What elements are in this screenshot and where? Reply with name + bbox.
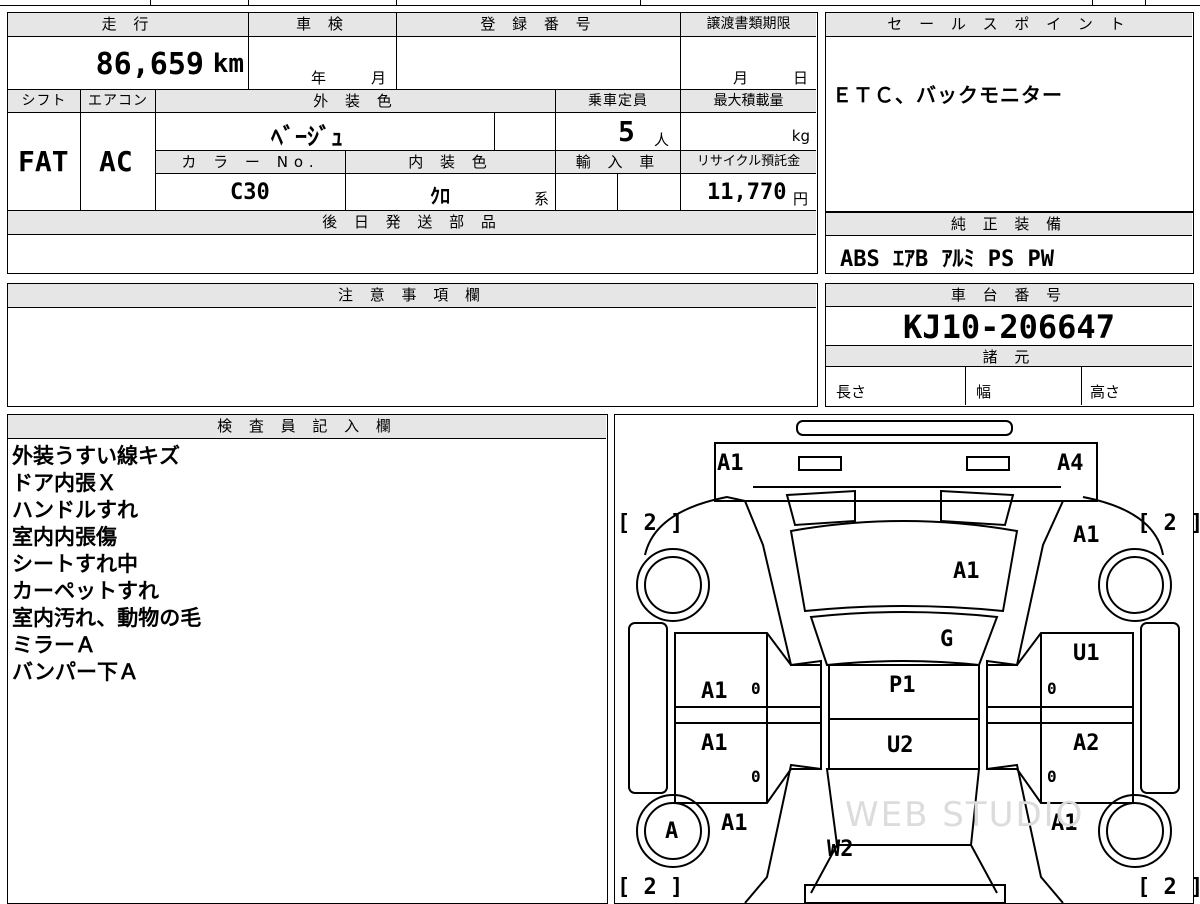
transfer-deadline-cell: 月 日 xyxy=(681,37,816,90)
tire-front-left: [ 2 ] xyxy=(617,511,684,536)
exterior-color-value: ﾍﾞｰｼﾞｭ xyxy=(271,123,343,151)
damage-door-fl: A1 xyxy=(701,679,728,704)
exterior-color-cell: ﾍﾞｰｼﾞｭ xyxy=(156,113,495,151)
remark-line: ハンドルすれ xyxy=(12,498,138,522)
damage-door-fr: U1 xyxy=(1073,641,1100,666)
spec-width: 幅 xyxy=(966,367,1082,405)
capacity-cell: 5 人 xyxy=(556,113,681,151)
inspector-box: 検 査 員 記 入 欄 外装うすい線キズ ドア内張Ｘ ハンドルすれ 室内内張傷 … xyxy=(7,414,608,904)
remark-line: ミラーＡ xyxy=(12,633,96,657)
tire-rear-right: [ 2 ] xyxy=(1137,875,1200,900)
vehicle-info-table: 走 行 車 検 登 録 番 号 譲渡書類期限 86,659 km 年 月 月 日… xyxy=(7,12,818,274)
import-cell-a xyxy=(556,174,618,211)
later-parts-label: 後 日 発 送 部 品 xyxy=(8,211,816,235)
car-diagram-box: A1 A4 [ 2 ] [ 2 ] A1 A1 G U1 P1 A1 0 0 A… xyxy=(614,414,1200,904)
import-cell-b xyxy=(618,174,681,211)
damage-front-right: A4 xyxy=(1057,451,1084,476)
chassis-box: 車 台 番 号 KJ10-206647 諸 元 長さ 幅 高さ xyxy=(825,283,1194,407)
exterior-color-label: 外 装 色 xyxy=(156,90,556,113)
sales-point-box: セ ー ル ス ポ イ ン ト ＥＴＣ、バックモニター xyxy=(825,12,1194,212)
spec-length: 長さ xyxy=(826,367,966,405)
damage-quarter-left: A1 xyxy=(721,811,748,836)
inspection-cell: 年 月 xyxy=(249,37,397,90)
watermark: WEB STUDIO xyxy=(845,795,1085,835)
mileage-value: 86,659 xyxy=(95,47,204,82)
color-no-cell: C30 xyxy=(156,174,346,211)
max-load-cell: kg xyxy=(681,113,816,151)
chassis-label: 車 台 番 号 xyxy=(826,284,1192,307)
sales-point-text: ＥＴＣ、バックモニター xyxy=(832,83,1063,107)
damage-glass: G xyxy=(940,627,954,652)
equipment-box: 純 正 装 備 ABS ｴｱB ｱﾙﾐ PS PW xyxy=(825,212,1194,274)
interior-color-value: ｸﾛ xyxy=(430,184,450,208)
sales-point-label: セ ー ル ス ポ イ ン ト xyxy=(826,13,1192,37)
recycle-value: 11,770 xyxy=(707,180,787,205)
transfer-deadline-label: 譲渡書類期限 xyxy=(681,13,816,37)
mileage-unit: km xyxy=(212,49,244,79)
zero-fr: 0 xyxy=(1047,679,1057,698)
ac-label: エアコン xyxy=(81,90,156,113)
shift-value: FAT xyxy=(18,145,69,178)
tire-front-right: [ 2 ] xyxy=(1137,511,1200,536)
remark-line: バンパー下Ａ xyxy=(12,660,140,684)
damage-wheel-rl: A xyxy=(665,819,679,844)
top-cut-row xyxy=(0,0,1200,6)
inspector-remarks: 外装うすい線キズ ドア内張Ｘ ハンドルすれ 室内内張傷 シートすれ中 カーペット… xyxy=(12,443,201,686)
ac-cell: AC xyxy=(81,113,156,211)
chassis-number: KJ10-206647 xyxy=(903,308,1115,346)
remark-line: シートすれ中 xyxy=(12,552,138,576)
mileage-label: 走 行 xyxy=(8,13,249,37)
damage-door-rr: A2 xyxy=(1073,731,1100,756)
import-label: 輸 入 車 xyxy=(556,151,681,174)
capacity-label: 乗車定員 xyxy=(556,90,681,113)
damage-rear-glass: W2 xyxy=(827,837,854,862)
shift-cell: FAT xyxy=(8,113,81,211)
color-no-value: C30 xyxy=(230,180,270,205)
notes-box: 注 意 事 項 欄 xyxy=(7,283,818,407)
zero-rr: 0 xyxy=(1047,767,1057,786)
max-load-label: 最大積載量 xyxy=(681,90,816,113)
recycle-cell: 11,770 円 xyxy=(681,174,816,211)
inspection-label: 車 検 xyxy=(249,13,397,37)
equipment-label: 純 正 装 備 xyxy=(826,213,1192,236)
color-no-label: カ ラ ー No. xyxy=(156,151,346,174)
damage-front-left: A1 xyxy=(717,451,744,476)
interior-color-label: 内 装 色 xyxy=(346,151,556,174)
remark-line: 室内汚れ、動物の毛 xyxy=(12,606,202,630)
damage-roof-upper: P1 xyxy=(889,673,916,698)
recycle-label: リサイクル預託金 xyxy=(681,151,816,174)
spec-height: 高さ xyxy=(1090,383,1121,401)
remark-line: カーペットすれ xyxy=(12,579,159,603)
equipment-text: ABS ｴｱB ｱﾙﾐ PS PW xyxy=(840,247,1054,272)
damage-fender-right: A1 xyxy=(1073,523,1100,548)
damage-door-rl: A1 xyxy=(701,731,728,756)
zero-fl: 0 xyxy=(751,679,761,698)
registration-label: 登 録 番 号 xyxy=(397,13,681,37)
registration-cell xyxy=(397,37,681,90)
tire-rear-left: [ 2 ] xyxy=(617,875,684,900)
mileage-cell: 86,659 km xyxy=(8,37,249,90)
remark-line: 外装うすい線キズ xyxy=(12,444,180,468)
inspector-label: 検 査 員 記 入 欄 xyxy=(8,415,606,439)
remark-line: 室内内張傷 xyxy=(12,525,117,549)
damage-roof-lower: U2 xyxy=(887,733,914,758)
interior-color-cell: ｸﾛ 系 xyxy=(346,174,556,211)
shift-label: シフト xyxy=(8,90,81,113)
damage-hood: A1 xyxy=(953,559,980,584)
remark-line: ドア内張Ｘ xyxy=(12,471,117,495)
specs-label: 諸 元 xyxy=(826,345,1192,367)
zero-rl: 0 xyxy=(751,767,761,786)
capacity-value: 5 xyxy=(618,115,635,148)
notes-label: 注 意 事 項 欄 xyxy=(8,284,816,308)
ac-value: AC xyxy=(99,145,133,178)
